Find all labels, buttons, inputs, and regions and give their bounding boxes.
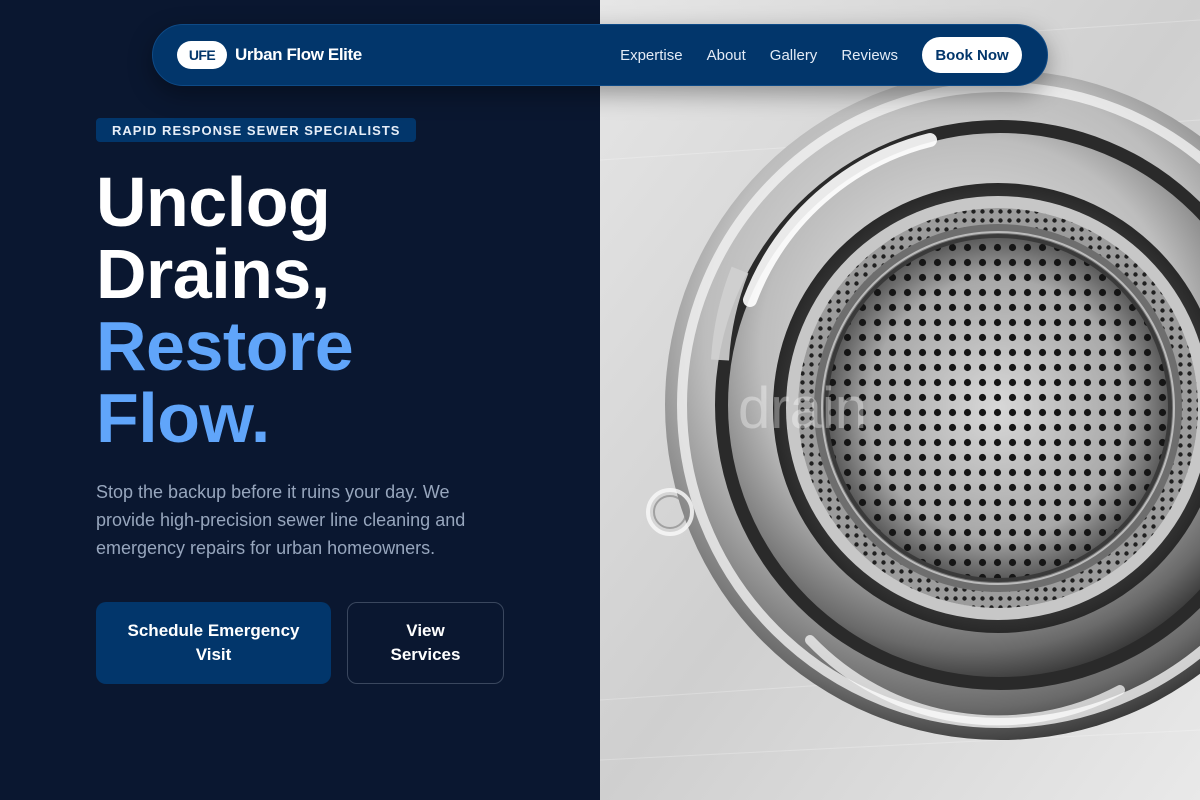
headline-line-1: Unclog <box>96 163 331 241</box>
nav-link-reviews[interactable]: Reviews <box>841 47 898 64</box>
brand-name: Urban Flow Elite <box>235 45 362 64</box>
eyebrow-badge: RAPID RESPONSE SEWER SPECIALISTS <box>96 118 417 142</box>
drain-photo: drain <box>600 0 1200 800</box>
nav-links: Expertise About Gallery Reviews <box>620 47 898 64</box>
headline-line-4: Flow. <box>96 379 270 457</box>
headline-line-3: Restore <box>96 307 354 385</box>
nav-link-gallery[interactable]: Gallery <box>770 47 818 64</box>
schedule-emergency-visit-button[interactable]: Schedule Emergency Visit <box>96 602 331 684</box>
brand[interactable]: UFE Urban Flow Elite <box>177 41 362 69</box>
drain-illustration: drain <box>600 0 1200 800</box>
hero-headline: Unclog Drains, Restore Flow. <box>96 163 354 457</box>
headline-line-2: Drains, <box>96 235 330 313</box>
watermark-text: drain <box>738 376 867 441</box>
nav-link-expertise[interactable]: Expertise <box>620 47 683 64</box>
view-services-button[interactable]: View Services <box>347 602 504 684</box>
nav-link-about[interactable]: About <box>707 47 746 64</box>
top-navigation-bar: UFE Urban Flow Elite Expertise About Gal… <box>152 24 1048 86</box>
hero-description: Stop the backup before it ruins your day… <box>96 482 466 558</box>
logo-badge: UFE <box>177 41 227 69</box>
book-now-button[interactable]: Book Now <box>922 37 1022 73</box>
